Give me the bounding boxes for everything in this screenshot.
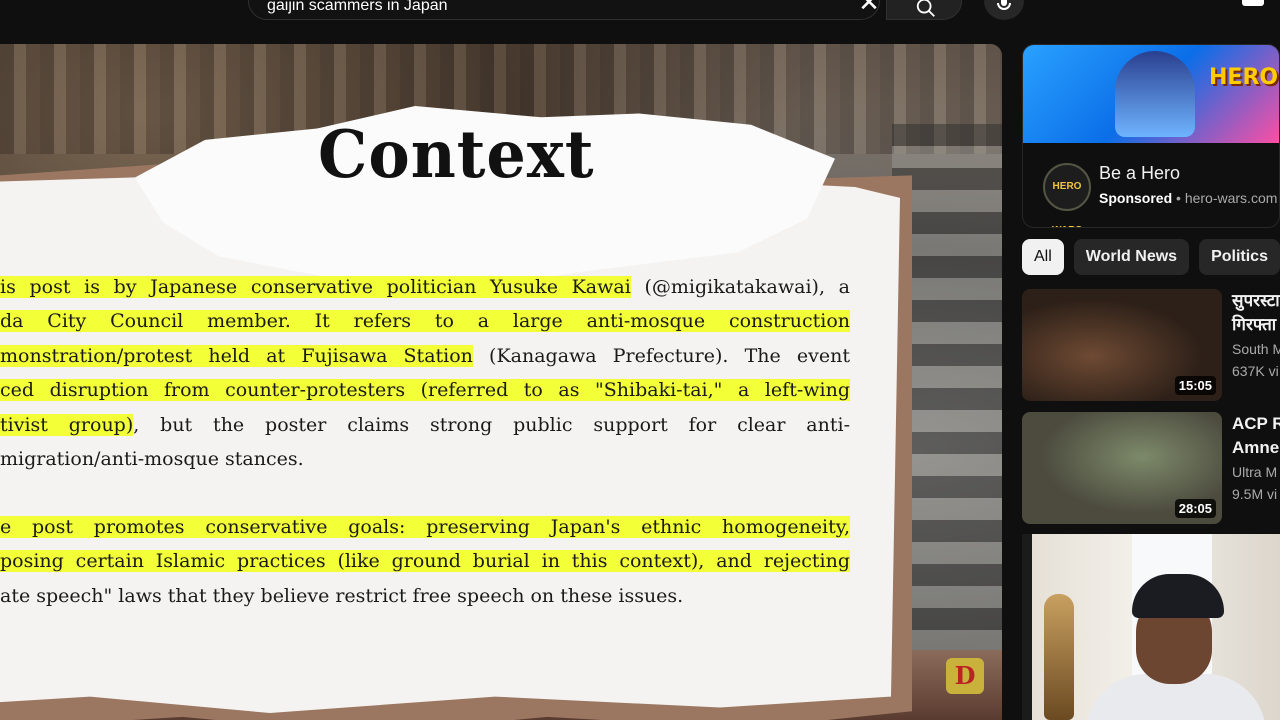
ad-brand-text: HERO WA: [1209, 65, 1279, 90]
plain-text: (Kanagawa Prefecture). The event: [472, 344, 850, 367]
video-thumbnail[interactable]: 15:05: [1022, 289, 1222, 401]
partial-thumbnail: [1022, 534, 1032, 720]
plain-text: (@migikatakawai), a: [630, 276, 850, 298]
plain-text: ate speech" laws that they believe restr…: [0, 584, 684, 607]
text-line: posing certain Islamic practices (like g…: [0, 544, 850, 578]
plain-text: , but the poster claims strong public su…: [133, 413, 850, 436]
video-thumbnail[interactable]: 28:05: [1022, 412, 1222, 524]
ad-banner[interactable]: HERO WA: [1023, 45, 1279, 143]
video-meta: 9.5M vi: [1232, 486, 1278, 502]
video-duration: 28:05: [1174, 499, 1216, 518]
search-icon: [916, 0, 935, 17]
search-button[interactable]: [886, 0, 962, 20]
filter-chips: All World News Politics: [1022, 239, 1280, 277]
highlighted-text: e post promotes conservative goals: pres…: [0, 516, 850, 538]
slide-title: Context: [318, 116, 595, 193]
webcam-overlay: [1032, 534, 1280, 720]
guitar-image: [1044, 594, 1074, 720]
highlighted-text: is post is by Japanese conservative poli…: [0, 276, 631, 298]
channel-name[interactable]: Ultra M: [1232, 464, 1277, 480]
highlighted-text: monstration/protest held at Fujisawa Sta…: [0, 344, 473, 367]
text-line: migration/anti-mosque stances.: [0, 442, 850, 476]
video-title[interactable]: सुपरस्टा गिरफ्ता: [1232, 289, 1280, 337]
text-line: da City Council member. It refers to a l…: [0, 304, 850, 338]
recommended-video[interactable]: 15:05 सुपरस्टा गिरफ्ता South M 637K vi: [1022, 289, 1280, 401]
text-line: is post is by Japanese conservative poli…: [0, 270, 850, 304]
recommended-video[interactable]: 28:05 ACP R Amne Ultra M 9.5M vi: [1022, 412, 1280, 524]
context-paragraph-1: is post is by Japanese conservative poli…: [0, 270, 850, 476]
plain-text: migration/anti-mosque stances.: [0, 447, 304, 470]
video-duration: 15:05: [1174, 376, 1216, 395]
chip-politics[interactable]: Politics: [1199, 239, 1280, 275]
sponsored-label: Sponsored: [1099, 190, 1173, 206]
text-line: ate speech" laws that they believe restr…: [0, 579, 850, 613]
text-line: tivist group), but the poster claims str…: [0, 408, 850, 442]
ad-domain: hero-wars.com: [1184, 190, 1278, 206]
text-line: e post promotes conservative goals: pres…: [0, 510, 850, 544]
highlighted-text: da City Council member. It refers to a l…: [0, 310, 850, 333]
video-meta: 637K vi: [1232, 363, 1279, 379]
highlighted-text: ced disruption from counter-protesters (…: [0, 379, 850, 402]
sponsored-ad[interactable]: HERO WA HERO WARS Be a Hero Sponsored • …: [1022, 44, 1280, 228]
text-line: ced disruption from counter-protesters (…: [0, 373, 850, 407]
ad-subtitle: Sponsored • hero-wars.com: [1099, 190, 1278, 206]
highlighted-text: tivist group): [0, 413, 134, 436]
notifications-icon[interactable]: [1240, 0, 1268, 12]
context-paragraph-2: e post promotes conservative goals: pres…: [0, 510, 850, 613]
search-input[interactable]: gaijin scammers in Japan: [267, 0, 448, 15]
voice-search-button[interactable]: [984, 0, 1024, 20]
hero-character-image: [1115, 51, 1195, 137]
text-line: monstration/protest held at Fujisawa Sta…: [0, 339, 850, 373]
highlighted-text: posing certain Islamic practices (like g…: [0, 550, 850, 573]
search-box[interactable]: gaijin scammers in Japan: [248, 0, 880, 20]
channel-name[interactable]: South M: [1232, 341, 1280, 357]
chip-all[interactable]: All: [1022, 239, 1064, 275]
advertiser-logo[interactable]: HERO WARS: [1043, 163, 1091, 227]
video-title[interactable]: ACP R Amne: [1232, 412, 1280, 460]
channel-watermark: D: [946, 658, 984, 694]
clear-search-icon[interactable]: ✕: [855, 0, 883, 16]
ad-title[interactable]: Be a Hero: [1099, 163, 1180, 184]
microphone-icon: [997, 0, 1011, 10]
chip-world-news[interactable]: World News: [1073, 239, 1190, 275]
